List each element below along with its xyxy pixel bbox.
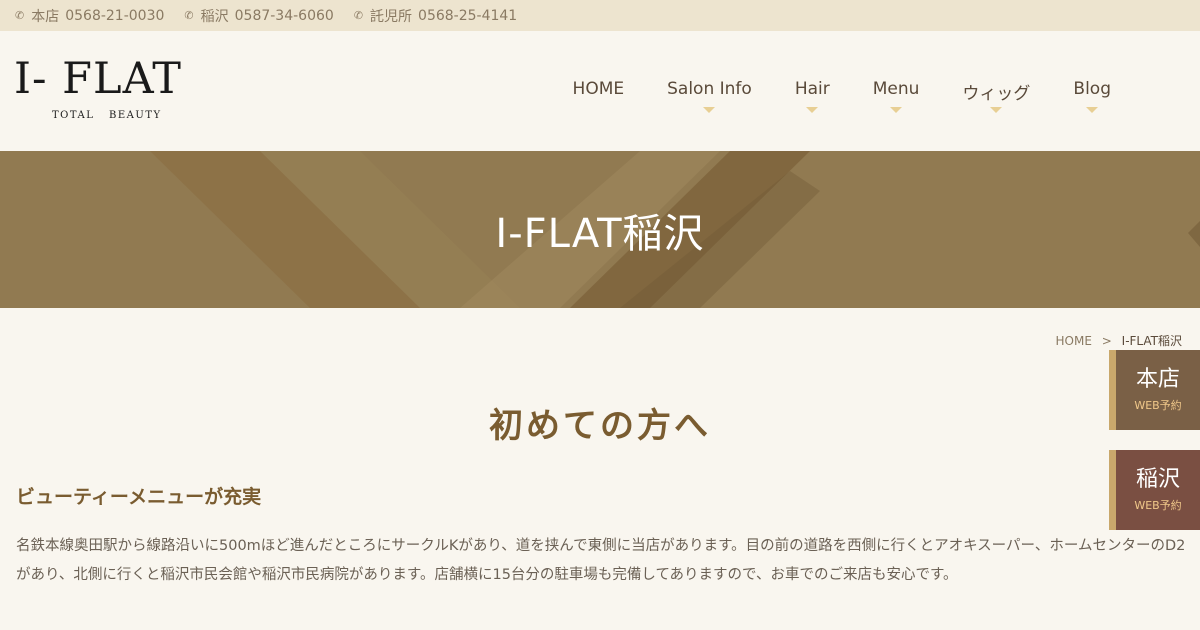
breadcrumb-home-link[interactable]: HOME xyxy=(1056,334,1092,348)
site-logo[interactable]: I- FLAT TOTAL BEAUTY xyxy=(14,57,204,121)
logo-sub-text: TOTAL BEAUTY xyxy=(52,110,162,121)
nav-item-menu[interactable]: Menu xyxy=(872,79,920,113)
nav-item-hair[interactable]: Hair xyxy=(794,79,830,113)
section-title: ビューティーメニューが充実 xyxy=(16,486,262,508)
nav-item-wig[interactable]: ウィッグ xyxy=(962,79,1031,113)
phone-number: 0587-34-6060 xyxy=(234,7,334,24)
side-reserve-main-button[interactable]: 本店 WEB予約 xyxy=(1109,350,1200,430)
dropdown-arrow-icon xyxy=(703,107,716,113)
dropdown-arrow-icon xyxy=(806,107,819,113)
phone-icon: ✆ xyxy=(184,9,194,22)
side-button-sub: WEB予約 xyxy=(1134,399,1182,412)
logo-main-text: I- FLAT xyxy=(14,54,182,104)
nav-item-blog[interactable]: Blog xyxy=(1073,79,1111,113)
phone-main[interactable]: ✆ 本店 0568-21-0030 xyxy=(15,6,164,26)
nav-item-label: Salon Info xyxy=(667,79,752,99)
nav-item-label: ウィッグ xyxy=(962,84,1031,104)
phone-label: 本店 xyxy=(31,8,60,25)
intro-paragraph: 名鉄本線奥田駅から線路沿いに500mほど進んだところにサークルKがあり、道を挟ん… xyxy=(16,538,1186,583)
phone-icon: ✆ xyxy=(15,9,25,22)
phone-icon: ✆ xyxy=(353,9,364,22)
dropdown-arrow-icon xyxy=(990,107,1003,113)
nav-item-label: Hair xyxy=(794,79,830,99)
phone-daycare[interactable]: ✆ 託児所 0568-25-4141 xyxy=(354,6,517,26)
side-reserve-inazawa-button[interactable]: 稲沢 WEB予約 xyxy=(1109,450,1200,530)
nav-item-label: HOME xyxy=(572,79,625,99)
hero-banner: I-FLAT稲沢 xyxy=(0,151,1200,308)
phone-number: 0568-25-4141 xyxy=(418,7,518,24)
dropdown-arrow-icon xyxy=(890,107,903,113)
phone-inazawa[interactable]: ✆ 稲沢 0587-34-6060 xyxy=(184,6,333,26)
phone-label: 稲沢 xyxy=(200,8,229,25)
hero-title: I-FLAT稲沢 xyxy=(495,210,705,257)
dropdown-arrow-icon xyxy=(1086,107,1099,113)
breadcrumb: HOME > I-FLAT稲沢 xyxy=(1056,332,1182,349)
side-button-sub: WEB予約 xyxy=(1134,499,1182,512)
side-button-name: 稲沢 xyxy=(1135,467,1180,492)
nav-item-label: Blog xyxy=(1073,79,1111,99)
main-nav: HOME Salon Info Hair Menu ウィッグ Blog xyxy=(530,79,1111,113)
phone-number: 0568-21-0030 xyxy=(65,7,165,24)
nav-item-label: Menu xyxy=(872,79,920,99)
side-button-name: 本店 xyxy=(1135,367,1180,392)
nav-item-salon-info[interactable]: Salon Info xyxy=(667,79,752,113)
nav-item-home[interactable]: HOME xyxy=(573,79,625,104)
site-header: I- FLAT TOTAL BEAUTY HOME Salon Info Hai… xyxy=(0,31,1200,151)
page-title: 初めての方へ xyxy=(489,406,711,446)
breadcrumb-current: I-FLAT稲沢 xyxy=(1121,334,1182,348)
top-phone-bar: ✆ 本店 0568-21-0030 ✆ 稲沢 0587-34-6060 ✆ 託児… xyxy=(0,0,1200,31)
breadcrumb-separator: > xyxy=(1101,334,1112,348)
phone-label: 託児所 xyxy=(370,8,413,25)
